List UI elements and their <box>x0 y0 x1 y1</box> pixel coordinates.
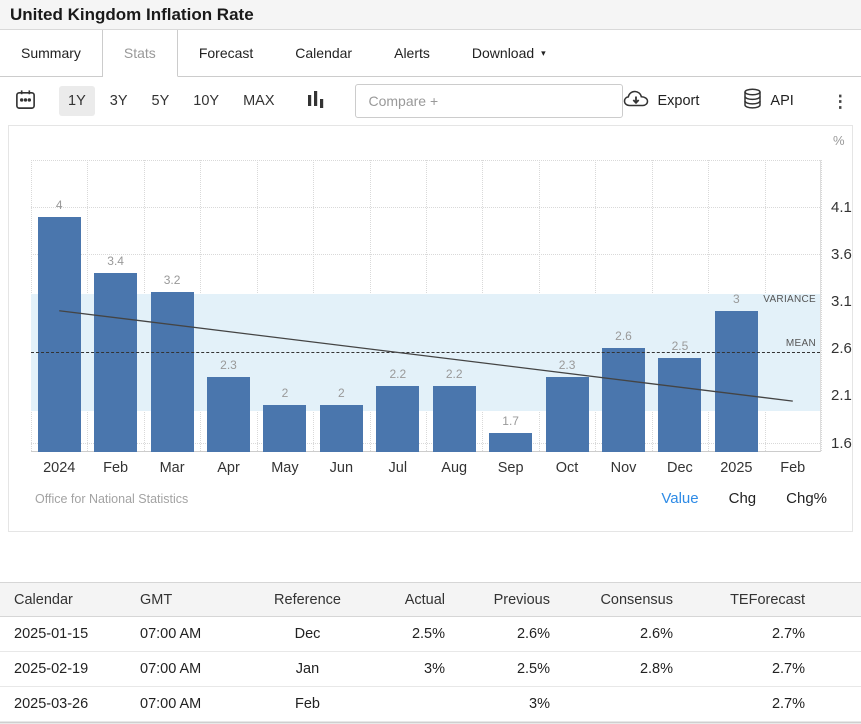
column-header-consensus: Consensus <box>550 583 673 617</box>
title-bar: United Kingdom Inflation Rate <box>0 0 861 30</box>
export-button[interactable]: Export <box>623 89 699 113</box>
table-cell: 2.6% <box>550 617 673 652</box>
table-row[interactable]: 2025-01-1507:00 AMDec2.5%2.6%2.6%2.7% <box>0 617 861 652</box>
calendar-icon <box>14 88 37 114</box>
table-cell: 2025-02-19 <box>0 652 140 687</box>
table-cell: 07:00 AM <box>140 617 250 652</box>
column-header-actual: Actual <box>365 583 445 617</box>
tab-bar: Summary Stats Forecast Calendar Alerts Downlo… <box>0 30 861 77</box>
range-button-max[interactable]: MAX <box>234 86 283 116</box>
series-mode-chgpct[interactable]: Chg% <box>786 490 827 507</box>
calendar-table: CalendarGMTReferenceActualPreviousConsen… <box>0 582 861 722</box>
y-axis-tick-label: 1.6 <box>831 435 852 452</box>
x-axis-label-may: May <box>257 460 313 476</box>
data-source-label: Office for National Statistics <box>35 492 188 506</box>
series-mode-links: Value Chg Chg% <box>661 490 827 507</box>
tab-label: Download <box>472 45 534 61</box>
y-axis-tick-label: 4.1 <box>831 199 852 216</box>
tab-summary[interactable]: Summary <box>0 30 103 76</box>
table-cell: 2.6% <box>445 617 550 652</box>
table-row[interactable]: 2025-03-2607:00 AMFeb 3% 2.7% <box>0 687 861 722</box>
column-header-previous: Previous <box>445 583 550 617</box>
table-cell: 2.5% <box>365 617 445 652</box>
range-button-1y[interactable]: 1Y <box>59 86 95 116</box>
series-mode-value[interactable]: Value <box>661 490 698 507</box>
tab-calendar[interactable]: Calendar <box>274 30 373 76</box>
x-axis-label-feb: Feb <box>87 460 143 476</box>
chevron-down-icon: ▾ <box>541 48 546 59</box>
table-cell: Dec <box>250 617 365 652</box>
database-icon <box>743 88 762 114</box>
table-cell: 3% <box>365 652 445 687</box>
tab-download[interactable]: Download ▾ <box>451 30 567 76</box>
table-cell: 2025-01-15 <box>0 617 140 652</box>
trend-line <box>31 160 820 451</box>
table-cell: 3% <box>445 687 550 722</box>
tab-forecast[interactable]: Forecast <box>178 30 274 76</box>
page-title: United Kingdom Inflation Rate <box>10 5 254 25</box>
x-axis-label-aug: Aug <box>426 460 482 476</box>
table-cell: 2.5% <box>445 652 550 687</box>
table-cell <box>365 687 445 722</box>
column-header-calendar: Calendar <box>0 583 140 617</box>
chart-type-button[interactable] <box>307 90 325 113</box>
kebab-menu-icon[interactable]: ⋮ <box>832 93 849 110</box>
range-selector: 1Y3Y5Y10YMAX <box>59 86 283 116</box>
x-axis-label-oct: Oct <box>539 460 595 476</box>
tab-label: Calendar <box>295 45 352 61</box>
cloud-download-icon <box>623 89 649 113</box>
x-axis-label-jun: Jun <box>313 460 369 476</box>
api-label: API <box>770 93 793 109</box>
api-button[interactable]: API <box>743 88 793 114</box>
x-axis-label-nov: Nov <box>595 460 651 476</box>
range-button-3y[interactable]: 3Y <box>101 86 137 116</box>
table-cell: 07:00 AM <box>140 687 250 722</box>
tab-label: Alerts <box>394 45 430 61</box>
y-axis-tick-label: 2.1 <box>831 387 852 404</box>
gridline <box>821 160 822 451</box>
range-button-10y[interactable]: 10Y <box>184 86 228 116</box>
tab-label: Summary <box>21 45 81 61</box>
bar-chart-icon <box>307 90 325 113</box>
chart-footer: Office for National Statistics Value Chg C… <box>35 490 827 507</box>
y-axis-tick-label: 3.1 <box>831 293 852 310</box>
table-row[interactable]: 2025-02-1907:00 AMJan3%2.5%2.8%2.7% <box>0 652 861 687</box>
column-header-reference: Reference <box>250 583 365 617</box>
table-cell: 07:00 AM <box>140 652 250 687</box>
inflation-chart: 43.43.22.3222.22.21.72.32.62.53MEANVARIA… <box>8 125 853 532</box>
series-mode-chg[interactable]: Chg <box>729 490 757 507</box>
x-axis-label-2024: 2024 <box>31 460 87 476</box>
column-header-teforecast: TEForecast <box>673 583 861 617</box>
x-axis-label-mar: Mar <box>144 460 200 476</box>
table-cell: 2.7% <box>673 617 861 652</box>
chart-toolbar: 1Y3Y5Y10YMAX Export <box>0 77 861 125</box>
x-axis-label-jul: Jul <box>370 460 426 476</box>
x-axis-label-2025: 2025 <box>708 460 764 476</box>
y-axis-tick-label: 2.6 <box>831 340 852 357</box>
table-cell: 2.7% <box>673 687 861 722</box>
date-range-picker-button[interactable] <box>14 88 37 114</box>
y-axis-unit: % <box>833 133 845 148</box>
calendar-table-header: CalendarGMTReferenceActualPreviousConsen… <box>0 583 861 617</box>
table-cell <box>550 687 673 722</box>
chart-plot-area[interactable]: 43.43.22.3222.22.21.72.32.62.53MEANVARIA… <box>31 160 821 452</box>
compare-input[interactable] <box>355 84 623 118</box>
table-cell: 2.8% <box>550 652 673 687</box>
tab-stats[interactable]: Stats <box>103 30 178 77</box>
table-cell: Feb <box>250 687 365 722</box>
table-cell: 2025-03-26 <box>0 687 140 722</box>
x-axis-label-feb: Feb <box>765 460 821 476</box>
table-cell: Jan <box>250 652 365 687</box>
column-header-gmt: GMT <box>140 583 250 617</box>
range-button-5y[interactable]: 5Y <box>143 86 179 116</box>
x-axis-label-sep: Sep <box>482 460 538 476</box>
tab-alerts[interactable]: Alerts <box>373 30 451 76</box>
x-axis-label-dec: Dec <box>652 460 708 476</box>
tab-label: Forecast <box>199 45 253 61</box>
y-axis-tick-label: 3.6 <box>831 246 852 263</box>
x-axis-label-apr: Apr <box>200 460 256 476</box>
export-label: Export <box>657 93 699 109</box>
tab-label: Stats <box>124 45 156 61</box>
table-cell: 2.7% <box>673 652 861 687</box>
